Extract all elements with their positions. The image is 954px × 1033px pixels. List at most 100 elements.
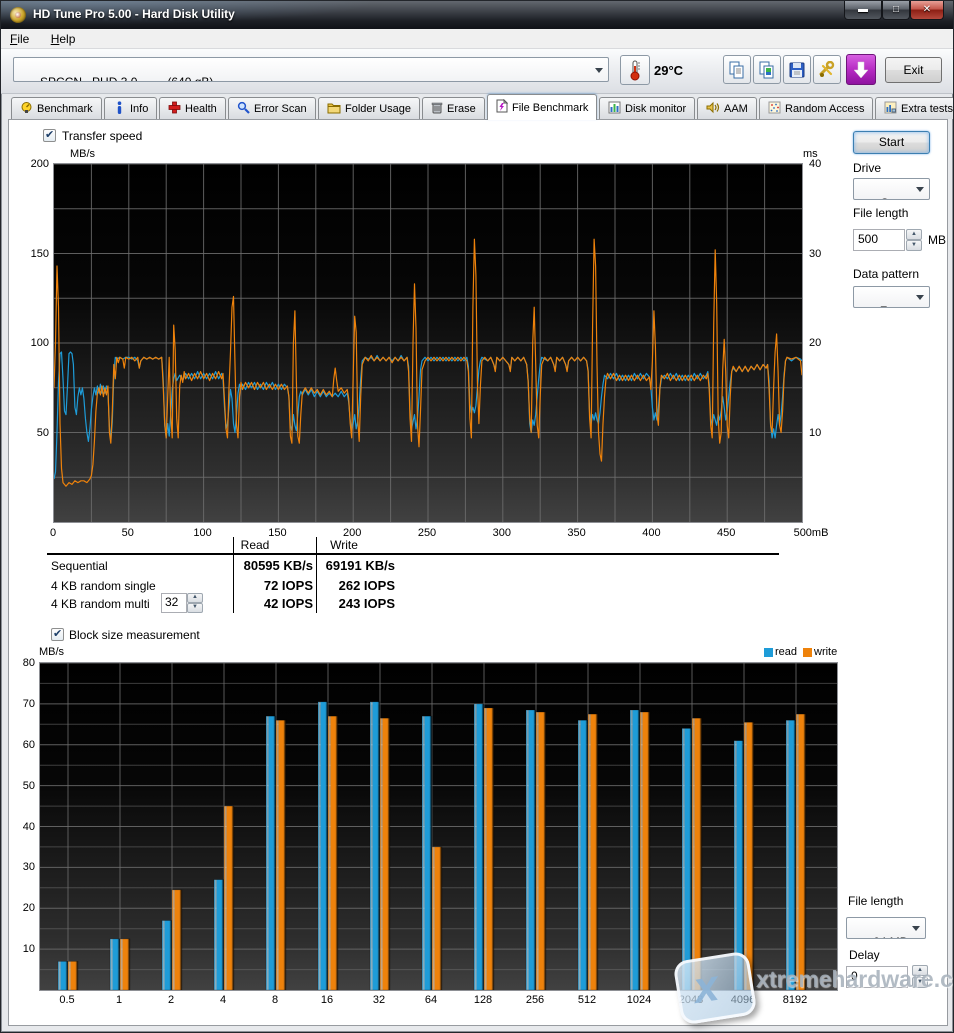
- axis-tick-label: 50: [37, 427, 49, 439]
- axis-tick-label: 400: [642, 527, 660, 539]
- axis-tick-label: 10: [23, 943, 35, 955]
- results-header-read: Read: [215, 538, 295, 552]
- axis-tick-label: 70: [23, 698, 35, 710]
- tab-label: Error Scan: [254, 103, 307, 115]
- menu-bar: File Help: [1, 29, 953, 49]
- legend-read-label: read: [775, 646, 797, 658]
- delay-input[interactable]: 0: [846, 966, 908, 988]
- file-length2-value: 64 MB: [873, 935, 908, 939]
- tab-folder-usage[interactable]: Folder Usage: [318, 97, 420, 119]
- axis-tick-label: 100: [193, 527, 211, 539]
- copy-text-button[interactable]: [723, 55, 751, 84]
- minimize-button[interactable]: ▬: [844, 1, 882, 20]
- axis-tick-label: 16: [321, 994, 333, 1006]
- transfer-speed-checkbox[interactable]: ✔: [43, 129, 56, 142]
- file-length2-combo[interactable]: 64 MB: [846, 917, 926, 939]
- copy-image-button[interactable]: [753, 55, 781, 84]
- drive-selector[interactable]: SPCCN PHD 3.0 (640 gB): [13, 57, 609, 82]
- app-disk-icon: [10, 7, 26, 23]
- spin-down-icon[interactable]: ▼: [187, 603, 203, 613]
- drive-combo[interactable]: G:: [853, 178, 930, 200]
- tab-label: Benchmark: [37, 103, 93, 115]
- axis-tick-label: 500mB: [794, 527, 829, 539]
- spin-up-icon[interactable]: ▲: [906, 229, 922, 240]
- tab-label: Extra tests: [901, 103, 953, 115]
- drive-combo-value: G:: [880, 196, 893, 200]
- block-size-checkbox[interactable]: ✔: [51, 628, 64, 641]
- app-window: HD Tune Pro 5.00 - Hard Disk Utility ▬ □…: [0, 0, 954, 1033]
- start-button[interactable]: Start: [853, 131, 930, 154]
- axis-tick-label: 30: [809, 248, 821, 260]
- axis-tick-label: 512: [578, 994, 596, 1006]
- axis-tick-label: 20: [809, 337, 821, 349]
- download-button[interactable]: [846, 54, 876, 85]
- options-button[interactable]: [813, 55, 841, 84]
- tab-extra-tests[interactable]: Extra tests: [875, 97, 954, 119]
- spin-down-icon[interactable]: ▼: [906, 240, 922, 251]
- thermometer-icon: [628, 59, 642, 81]
- tab-aam[interactable]: AAM: [697, 97, 757, 119]
- benchmark-icon: [20, 101, 33, 117]
- file-length2-label: File length: [848, 894, 903, 908]
- tab-file-benchmark[interactable]: File Benchmark: [487, 94, 597, 120]
- axis-tick-label: 128: [474, 994, 492, 1006]
- health-icon: [168, 101, 181, 117]
- menu-help[interactable]: Help: [42, 29, 85, 49]
- transfer-speed-chart: [53, 163, 803, 523]
- drive-label: Drive: [853, 161, 881, 175]
- axis-tick-label: 8: [272, 994, 278, 1006]
- axis-tick-label: 200: [31, 158, 49, 170]
- spin-up-icon[interactable]: ▲: [912, 965, 928, 976]
- tab-info[interactable]: Info: [104, 97, 157, 119]
- queue-depth-stepper[interactable]: ▲ ▼: [187, 593, 203, 613]
- random-access-icon: [768, 101, 781, 117]
- spin-up-icon[interactable]: ▲: [187, 593, 203, 603]
- chevron-down-icon: [912, 926, 920, 931]
- close-button[interactable]: ✕: [910, 1, 944, 20]
- top-chart-left-unit: MB/s: [70, 148, 95, 160]
- file-length-input[interactable]: 500: [853, 229, 905, 251]
- chevron-down-icon: [916, 187, 924, 192]
- tab-label: Erase: [447, 103, 476, 115]
- tab-benchmark[interactable]: Benchmark: [11, 97, 102, 119]
- tab-label: AAM: [724, 103, 748, 115]
- axis-tick-label: 4096: [731, 994, 755, 1006]
- axis-tick-label: 8192: [783, 994, 807, 1006]
- menu-file[interactable]: File: [1, 29, 38, 49]
- queue-depth-input[interactable]: 32: [161, 593, 187, 613]
- tab-label: Random Access: [785, 103, 864, 115]
- tab-erase[interactable]: Erase: [422, 97, 485, 119]
- file-benchmark-icon: [496, 99, 508, 116]
- block-size-chart: [39, 662, 838, 991]
- close-icon: ✕: [923, 4, 931, 15]
- tab-disk-monitor[interactable]: Disk monitor: [599, 97, 695, 119]
- file-length-stepper[interactable]: ▲ ▼: [906, 229, 922, 251]
- axis-tick-label: 300: [493, 527, 511, 539]
- tab-bar: Benchmark InfoHealth Error Scan Folder Usag…: [9, 94, 947, 120]
- axis-tick-label: 10: [809, 427, 821, 439]
- axis-tick-label: 0: [50, 527, 56, 539]
- exit-button[interactable]: Exit: [885, 57, 942, 83]
- axis-tick-label: 350: [567, 527, 585, 539]
- temperature-button[interactable]: [620, 55, 650, 85]
- legend-write-label: write: [814, 646, 837, 658]
- minimize-icon: ▬: [858, 4, 868, 15]
- axis-tick-label: 450: [717, 527, 735, 539]
- tab-health[interactable]: Health: [159, 97, 226, 119]
- spin-down-icon[interactable]: ▼: [912, 977, 928, 988]
- tab-random-access[interactable]: Random Access: [759, 97, 873, 119]
- chevron-down-icon: [595, 68, 603, 73]
- axis-tick-label: 32: [373, 994, 385, 1006]
- axis-tick-label: 40: [809, 158, 821, 170]
- axis-tick-label: 30: [23, 861, 35, 873]
- axis-tick-label: 256: [526, 994, 544, 1006]
- axis-tick-label: 60: [23, 739, 35, 751]
- tab-error-scan[interactable]: Error Scan: [228, 97, 316, 119]
- data-pattern-combo[interactable]: Zero: [853, 286, 930, 308]
- error-scan-icon: [237, 101, 250, 117]
- save-button[interactable]: [783, 55, 811, 84]
- delay-stepper[interactable]: ▲ ▼: [912, 965, 928, 987]
- maximize-button[interactable]: □: [882, 1, 910, 20]
- chevron-down-icon: [916, 295, 924, 300]
- table-header-rule: [47, 553, 779, 555]
